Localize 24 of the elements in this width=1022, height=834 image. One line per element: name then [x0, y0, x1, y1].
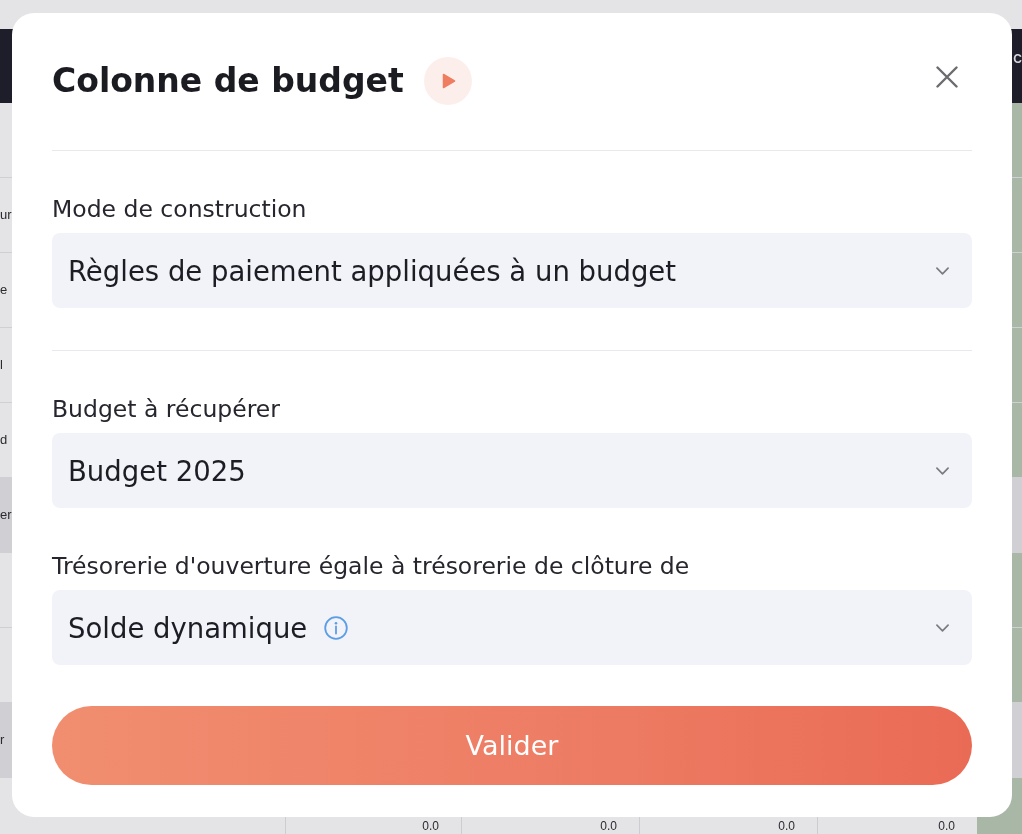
close-icon[interactable] [936, 66, 958, 88]
cell-text: 0.0 [778, 819, 795, 834]
cell-text: l [0, 357, 3, 373]
cell-text: er [0, 507, 12, 523]
cell-text: 0.0 [422, 819, 439, 834]
cell-text: 0.0 [600, 819, 617, 834]
select-field[interactable]: Budget 2025 [52, 433, 972, 508]
cell-text: e [0, 282, 8, 298]
play-icon[interactable] [423, 57, 472, 105]
cell-text: ur [0, 207, 12, 223]
select-field[interactable]: Solde dynamique [52, 590, 972, 665]
cell-text: 0.0 [938, 819, 955, 834]
chevron-down-icon [936, 623, 949, 632]
select-field[interactable]: Règles de paiement appliquées à un budget [52, 233, 972, 308]
info-icon[interactable] [324, 615, 349, 640]
field-label: Mode de construction [52, 196, 308, 222]
dialog-title: Colonne de budget [52, 61, 404, 101]
chevron-down-icon [936, 266, 949, 275]
cell-text: d [0, 432, 8, 448]
field-label: Trésorerie d'ouverture égale à trésorerie de clôture de [52, 553, 691, 579]
chevron-down-icon [936, 466, 949, 475]
column-header-text: C [1013, 52, 1022, 66]
cell-text: r [0, 732, 5, 748]
field-label: Budget à récupérer [52, 396, 281, 422]
